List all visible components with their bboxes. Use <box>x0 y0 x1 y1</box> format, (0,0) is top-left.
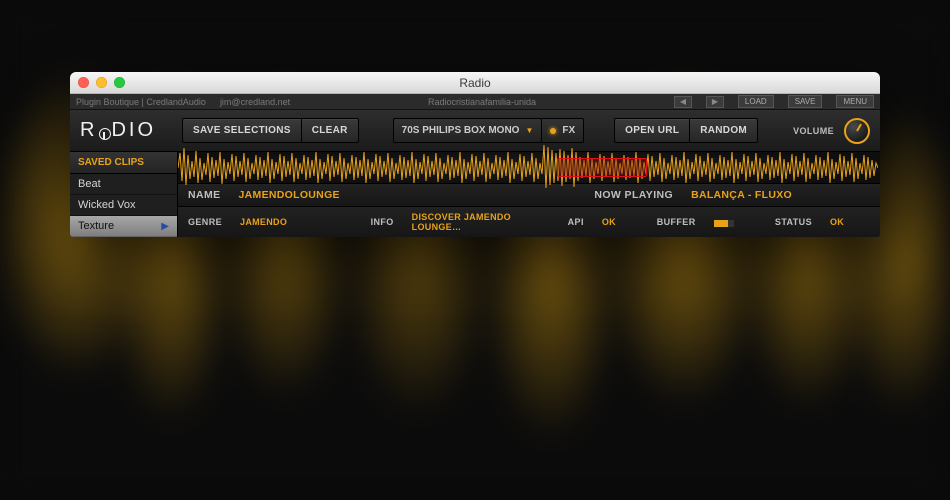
waveform-icon <box>178 133 878 203</box>
logo-text-pre: R <box>80 119 97 142</box>
status-label: STATUS <box>775 217 812 227</box>
buffer-label: BUFFER <box>657 217 696 227</box>
api-value: OK <box>602 217 616 227</box>
play-icon: ▶ <box>161 221 169 232</box>
sidebar-header: SAVED CLIPS <box>70 152 177 174</box>
plugin-user: jim@credland.net <box>220 97 290 107</box>
app-logo: R DIO <box>80 119 156 142</box>
logo-text-post: DIO <box>111 119 156 142</box>
window-title: Radio <box>70 76 880 90</box>
radio-icon <box>97 126 111 140</box>
status-value: OK <box>830 217 844 227</box>
info-value: DISCOVER JAMENDO LOUNGE… <box>412 212 532 232</box>
app-window: Radio Plugin Boutique | CredlandAudio ji… <box>70 72 880 237</box>
sidebar-item-label: Texture <box>78 220 114 232</box>
info-label: INFO <box>371 217 394 227</box>
menu-button[interactable]: MENU <box>836 95 874 108</box>
selection-region[interactable] <box>557 158 647 177</box>
plugin-vendor: Plugin Boutique | CredlandAudio <box>76 97 206 107</box>
sidebar-item-texture[interactable]: Texture ▶ <box>70 216 177 237</box>
genre-label: GENRE <box>188 217 222 227</box>
main-body: SAVED CLIPS Beat Wicked Vox Texture ▶ NA… <box>70 152 880 237</box>
load-button[interactable]: LOAD <box>738 95 774 108</box>
buffer-meter <box>714 220 735 227</box>
preset-next-button[interactable]: ▶ <box>706 96 724 108</box>
sidebar-item-wicked-vox[interactable]: Wicked Vox <box>70 195 177 216</box>
preset-prev-button[interactable]: ◀ <box>674 96 692 108</box>
info-row-secondary: GENRE JAMENDO INFO DISCOVER JAMENDO LOUN… <box>178 206 880 237</box>
api-label: API <box>568 217 584 227</box>
waveform-area[interactable] <box>178 152 880 183</box>
titlebar: Radio <box>70 72 880 94</box>
sidebar: SAVED CLIPS Beat Wicked Vox Texture ▶ <box>70 152 178 237</box>
save-preset-button[interactable]: SAVE <box>788 95 823 108</box>
genre-value: JAMENDO <box>240 217 287 227</box>
sidebar-item-beat[interactable]: Beat <box>70 174 177 195</box>
preset-name[interactable]: Radiocristianafamilia-unida <box>428 97 536 107</box>
main-panel: NAME JAMENDOLOUNGE NOW PLAYING BALANÇA -… <box>178 152 880 237</box>
plugin-host-bar: Plugin Boutique | CredlandAudio jim@cred… <box>70 94 880 110</box>
